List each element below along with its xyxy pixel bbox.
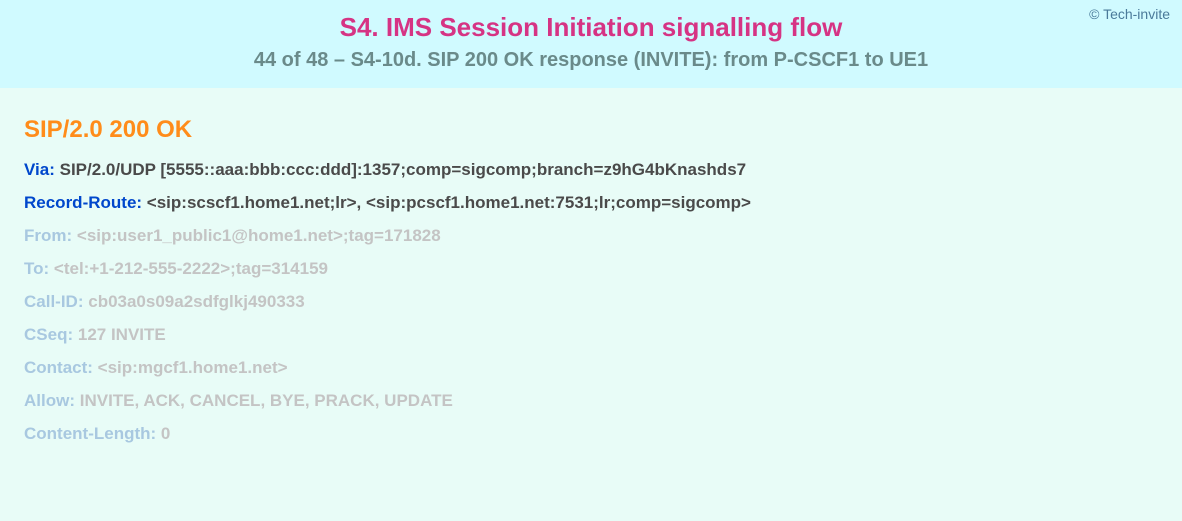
sip-header-value: <sip:scscf1.home1.net;lr>, <sip:pcscf1.h… [147,193,751,212]
sip-header-row: Call-IDcb03a0s09a2sdfglkj490333 [24,292,1158,312]
sip-status-line: SIP/2.0 200 OK [24,116,1158,144]
sip-header-row: ViaSIP/2.0/UDP [5555::aaa:bbb:ccc:ddd]:1… [24,160,1158,180]
sip-header-value: <sip:user1_public1@home1.net>;tag=171828 [77,226,441,245]
sip-content: SIP/2.0 200 OK ViaSIP/2.0/UDP [5555::aaa… [0,88,1182,485]
sip-header-label: Allow [24,391,80,410]
sip-header-value: <tel:+1-212-555-2222>;tag=314159 [54,259,328,278]
page-subtitle: 44 of 48 – S4-10d. SIP 200 OK response (… [20,49,1162,72]
sip-header-row: To<tel:+1-212-555-2222>;tag=314159 [24,259,1158,279]
sip-header-row: AllowINVITE, ACK, CANCEL, BYE, PRACK, UP… [24,391,1158,411]
sip-header-value: cb03a0s09a2sdfglkj490333 [88,292,304,311]
copyright-text: © Tech-invite [1089,6,1170,22]
sip-header-row: CSeq127 INVITE [24,325,1158,345]
sip-header-row: From<sip:user1_public1@home1.net>;tag=17… [24,226,1158,246]
header-band: © Tech-invite S4. IMS Session Initiation… [0,0,1182,88]
sip-header-value: <sip:mgcf1.home1.net> [98,358,288,377]
page-title: S4. IMS Session Initiation signalling fl… [20,12,1162,43]
sip-header-label: Via [24,160,60,179]
sip-header-label: Content-Length [24,424,161,443]
sip-header-row: Record-Route<sip:scscf1.home1.net;lr>, <… [24,193,1158,213]
sip-header-label: Contact [24,358,98,377]
sip-header-label: Call-ID [24,292,88,311]
sip-header-value: SIP/2.0/UDP [5555::aaa:bbb:ccc:ddd]:1357… [60,160,747,179]
sip-header-row: Contact<sip:mgcf1.home1.net> [24,358,1158,378]
sip-header-label: CSeq [24,325,78,344]
sip-header-label: Record-Route [24,193,147,212]
sip-header-value: 0 [161,424,170,443]
sip-header-row: Content-Length0 [24,424,1158,444]
sip-header-label: To [24,259,54,278]
sip-header-value: 127 INVITE [78,325,166,344]
sip-header-value: INVITE, ACK, CANCEL, BYE, PRACK, UPDATE [80,391,453,410]
sip-header-label: From [24,226,77,245]
